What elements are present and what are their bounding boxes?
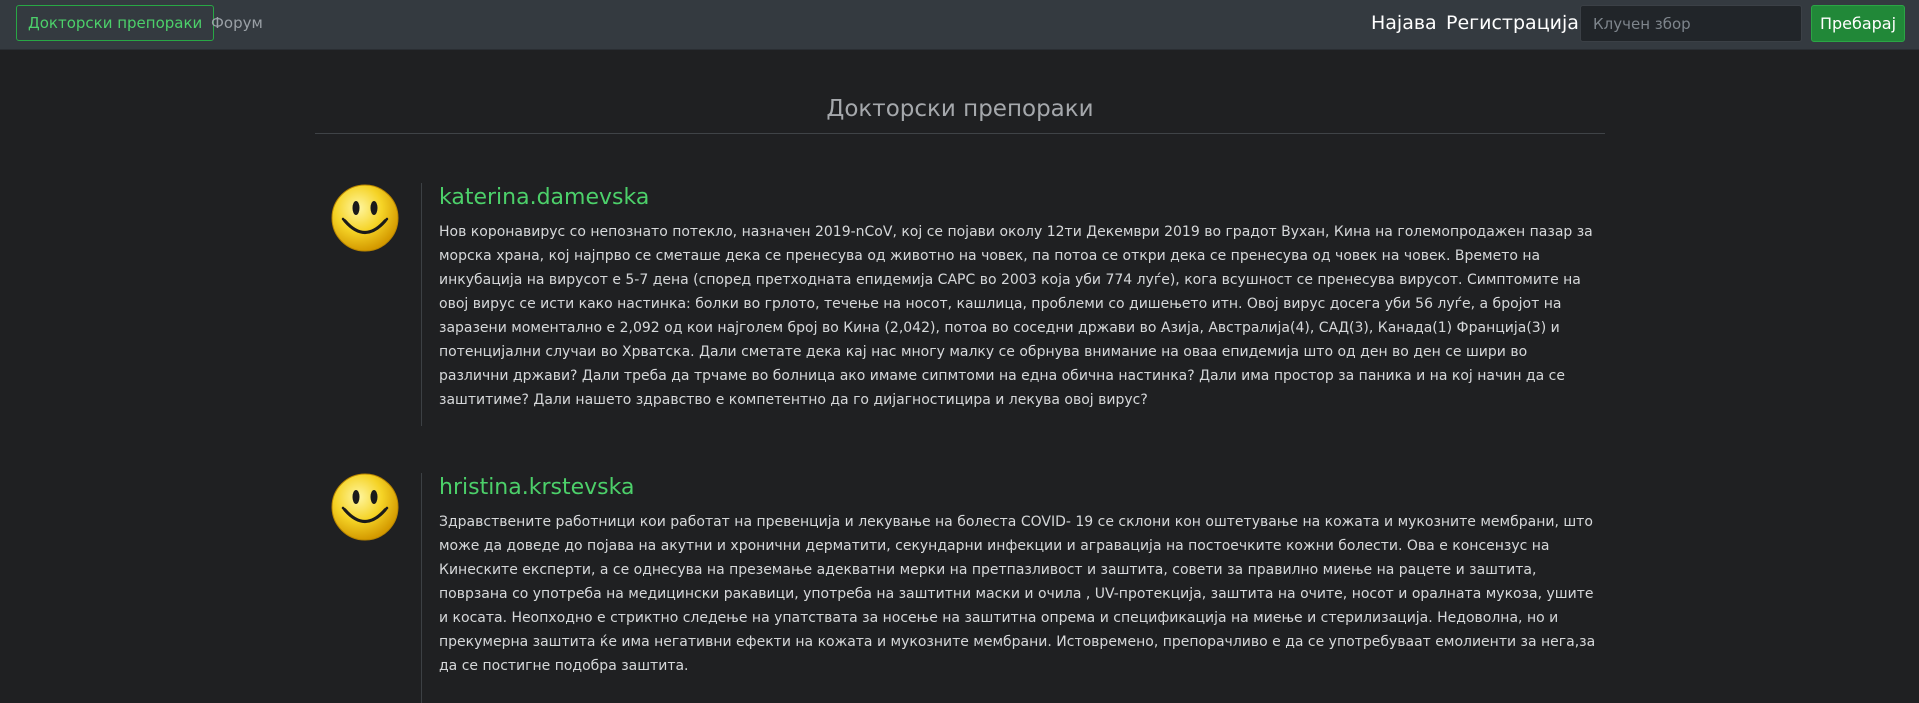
page-title: Докторски препораки xyxy=(826,96,1094,122)
post-divider xyxy=(421,473,422,703)
nav-link-register[interactable]: Регистрација xyxy=(1446,12,1579,34)
search-input[interactable] xyxy=(1580,5,1802,42)
post-username[interactable]: katerina.damevska xyxy=(439,185,649,210)
post-username[interactable]: hristina.krstevska xyxy=(439,475,634,500)
smiley-face-icon xyxy=(331,184,399,252)
post-text: Здравствените работници кои работат на п… xyxy=(439,514,1596,674)
nav-link-login[interactable]: Најава xyxy=(1371,12,1437,34)
brand-button[interactable]: Докторски препораки xyxy=(16,5,215,41)
smiley-face-icon xyxy=(331,473,399,541)
nav-link-forum[interactable]: Форум xyxy=(211,14,263,32)
title-divider xyxy=(315,133,1605,134)
post-divider xyxy=(421,183,422,426)
top-navbar: Докторски препораки Форум Најава Регистр… xyxy=(0,0,1919,50)
search-button[interactable]: Пребарај xyxy=(1811,5,1905,42)
post-text: Нов коронавирус со непознато потекло, на… xyxy=(439,224,1593,408)
